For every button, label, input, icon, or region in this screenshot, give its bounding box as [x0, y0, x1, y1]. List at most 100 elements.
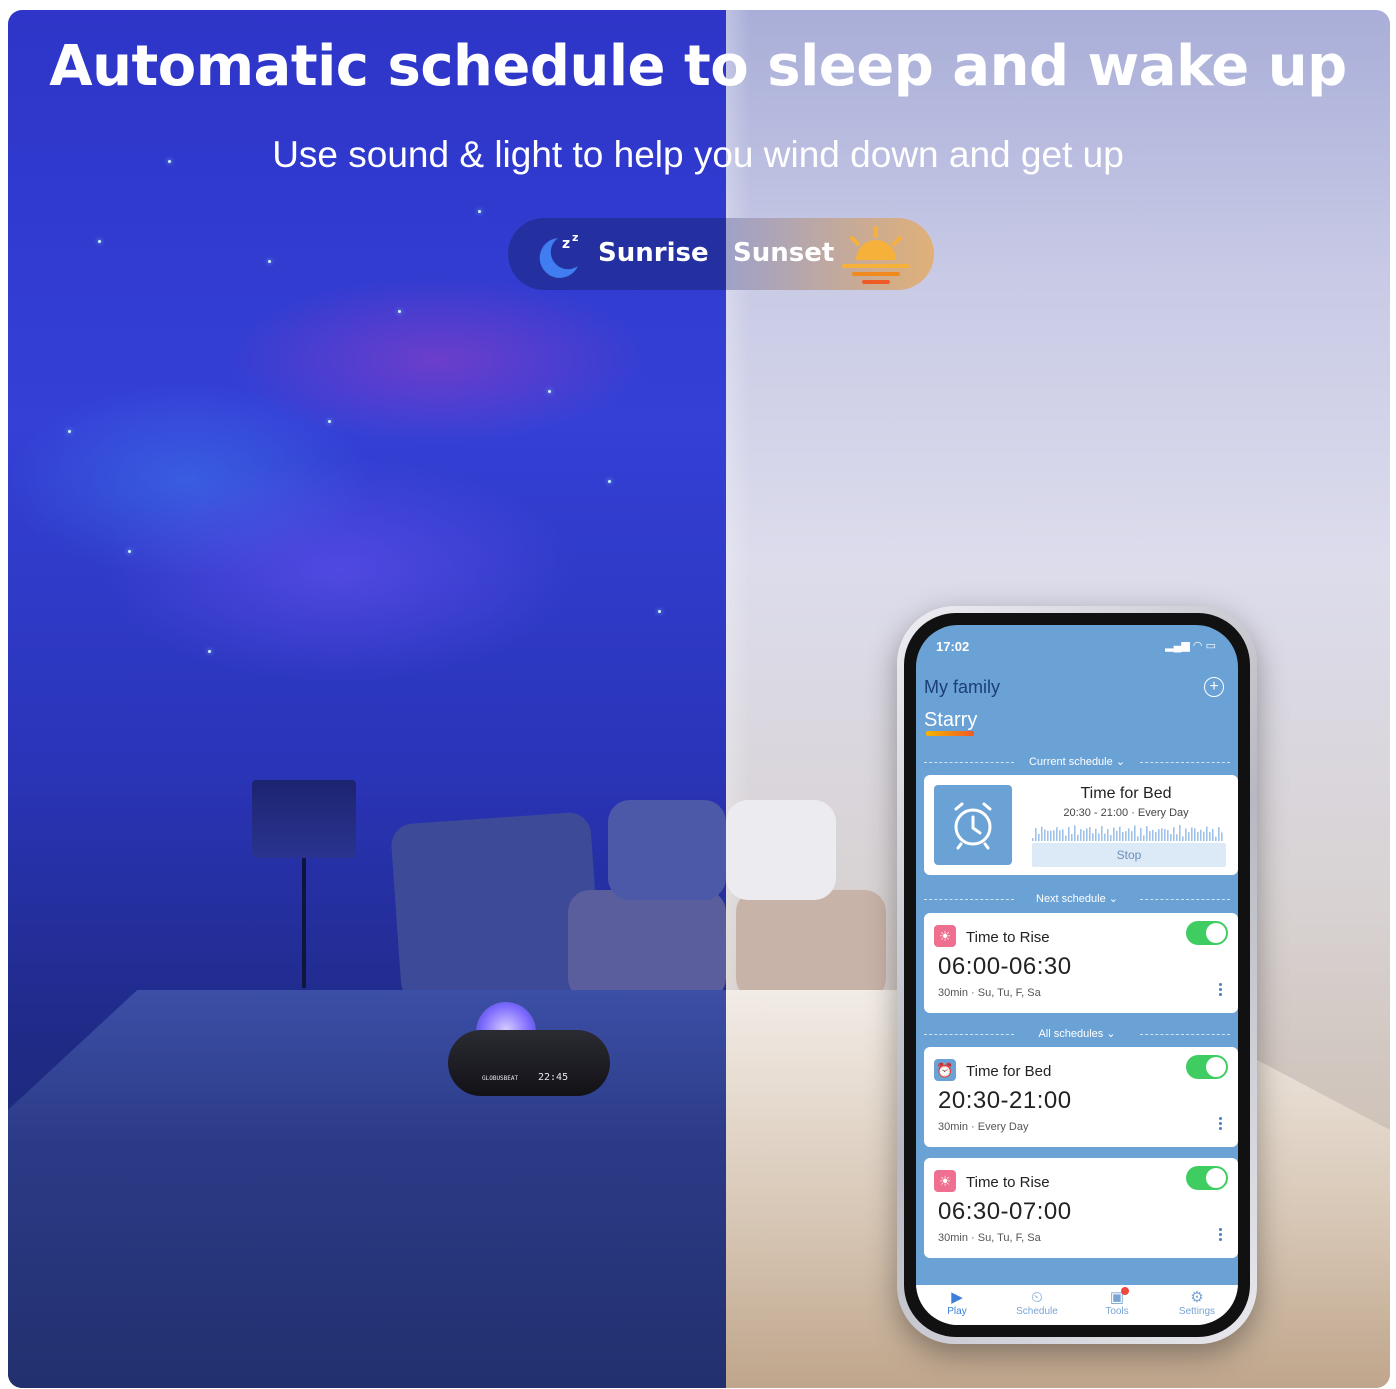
schedule-time: 06:30-07:00	[938, 1198, 1072, 1225]
next-schedule-card[interactable]: ☀ Time to Rise 06:00-06:30 30min · Su, T…	[924, 913, 1238, 1013]
current-schedule-header[interactable]: Current schedule ⌄	[916, 755, 1238, 769]
wave-bar	[1047, 830, 1049, 841]
wave-bar	[1188, 832, 1190, 841]
family-selector[interactable]: My family	[924, 677, 1000, 698]
sunrise-label: Sunrise	[598, 238, 709, 268]
star-projector-device	[448, 1030, 610, 1096]
bed-night	[8, 990, 726, 1388]
tab-schedule[interactable]: ⏲ Schedule	[997, 1289, 1077, 1317]
sunset-label: Sunset	[733, 238, 835, 268]
wave-bar	[1176, 834, 1178, 841]
wave-bar	[1035, 828, 1037, 841]
wave-bar	[1074, 825, 1076, 841]
wave-bar	[1053, 830, 1055, 841]
tab-tools[interactable]: ▣ Tools	[1077, 1287, 1157, 1317]
schedule-toggle[interactable]	[1186, 1055, 1228, 1079]
alarm-clock-icon: ⏰	[934, 1059, 956, 1081]
star	[328, 420, 331, 423]
divider	[1140, 1034, 1230, 1035]
wave-bar	[1173, 827, 1175, 841]
wave-bar	[1209, 831, 1211, 841]
wave-bar	[1182, 836, 1184, 841]
wave-bar	[1155, 832, 1157, 841]
device-name[interactable]: Starry	[924, 709, 977, 732]
sunrise-icon: ☀	[934, 1170, 956, 1192]
wave-bar	[1218, 827, 1220, 841]
app-screen: 17:02 ▂▄▆ ◠ ▭ My family + Starry Current…	[916, 625, 1238, 1325]
wave-bar	[1086, 828, 1088, 841]
wave-bar	[1215, 836, 1217, 841]
svg-text:z: z	[572, 231, 578, 244]
star	[658, 610, 661, 613]
stop-button[interactable]: Stop	[1032, 843, 1226, 867]
device-brand: GLOBUSBEAT	[482, 1075, 519, 1082]
star	[608, 480, 611, 483]
toggle-knob	[1206, 1057, 1226, 1077]
wave-bar	[1200, 829, 1202, 841]
section-label: All schedules	[1038, 1028, 1104, 1040]
sunrise-sunset-pill: z z Sunrise Sunset	[508, 218, 934, 290]
more-options-icon[interactable]	[1219, 1117, 1222, 1132]
tab-settings[interactable]: ⚙ Settings	[1157, 1289, 1237, 1317]
schedule-meta: 30min · Su, Tu, F, Sa	[938, 1232, 1041, 1244]
tab-label: Play	[947, 1306, 967, 1317]
wave-bar	[1158, 829, 1160, 841]
wave-bar	[1083, 830, 1085, 841]
add-device-button[interactable]: +	[1204, 677, 1224, 697]
schedule-toggle[interactable]	[1186, 1166, 1228, 1190]
star	[398, 310, 401, 313]
schedule-card[interactable]: ☀ Time to Rise 06:30-07:00 30min · Su, T…	[924, 1158, 1238, 1258]
tab-label: Tools	[1105, 1306, 1129, 1317]
current-schedule-card[interactable]: Time for Bed 20:30 - 21:00 · Every Day S…	[924, 775, 1238, 875]
wave-bar	[1134, 825, 1136, 841]
divider	[1140, 899, 1230, 900]
divider	[924, 1034, 1014, 1035]
current-schedule-title: Time for Bed	[1080, 785, 1172, 802]
pillow	[568, 890, 726, 1000]
status-icons: ▂▄▆ ◠ ▭	[1165, 639, 1216, 652]
alarm-clock-icon	[954, 802, 992, 850]
divider	[924, 762, 1014, 763]
wave-bar	[1170, 834, 1172, 841]
wave-bar	[1056, 827, 1058, 841]
wifi-icon: ◠	[1192, 640, 1203, 652]
play-icon: ▶	[951, 1289, 963, 1306]
wave-bar	[1098, 833, 1100, 841]
wave-bar	[1065, 835, 1067, 841]
wave-bar	[1044, 829, 1046, 841]
more-options-icon[interactable]	[1219, 983, 1222, 998]
pillow	[608, 800, 726, 900]
star	[128, 550, 131, 553]
tab-play[interactable]: ▶ Play	[917, 1289, 997, 1317]
notification-badge	[1121, 1287, 1129, 1295]
wave-bar	[1107, 829, 1109, 841]
wave-bar	[1032, 838, 1034, 841]
star	[268, 260, 271, 263]
wave-bar	[1164, 828, 1166, 841]
wave-bar	[1059, 830, 1061, 841]
pillow	[736, 890, 886, 1000]
signal-icon: ▂▄▆	[1165, 640, 1190, 652]
star	[98, 240, 101, 243]
schedule-toggle[interactable]	[1186, 921, 1228, 945]
wave-bar	[1095, 828, 1097, 841]
next-schedule-header[interactable]: Next schedule ⌄	[916, 892, 1238, 906]
sunset-icon	[842, 226, 910, 284]
sound-wave-icon	[1032, 825, 1223, 841]
wave-bar	[1206, 826, 1208, 841]
wave-bar	[1050, 830, 1052, 841]
toggle-knob	[1206, 923, 1226, 943]
phone-bezel: 17:02 ▂▄▆ ◠ ▭ My family + Starry Current…	[904, 613, 1250, 1337]
tab-label: Schedule	[1016, 1306, 1058, 1317]
moon-sleep-icon: z z	[539, 231, 578, 278]
pillow	[726, 800, 836, 900]
schedule-card[interactable]: ⏰ Time for Bed 20:30-21:00 30min · Every…	[924, 1047, 1238, 1147]
wave-bar	[1071, 834, 1073, 841]
device-name-underline	[926, 731, 974, 736]
wave-bar	[1146, 826, 1148, 841]
all-schedules-header[interactable]: All schedules ⌄	[916, 1027, 1238, 1041]
wave-bar	[1080, 829, 1082, 841]
more-options-icon[interactable]	[1219, 1228, 1222, 1243]
sunrise-icon: ☀	[934, 925, 956, 947]
star	[548, 390, 551, 393]
